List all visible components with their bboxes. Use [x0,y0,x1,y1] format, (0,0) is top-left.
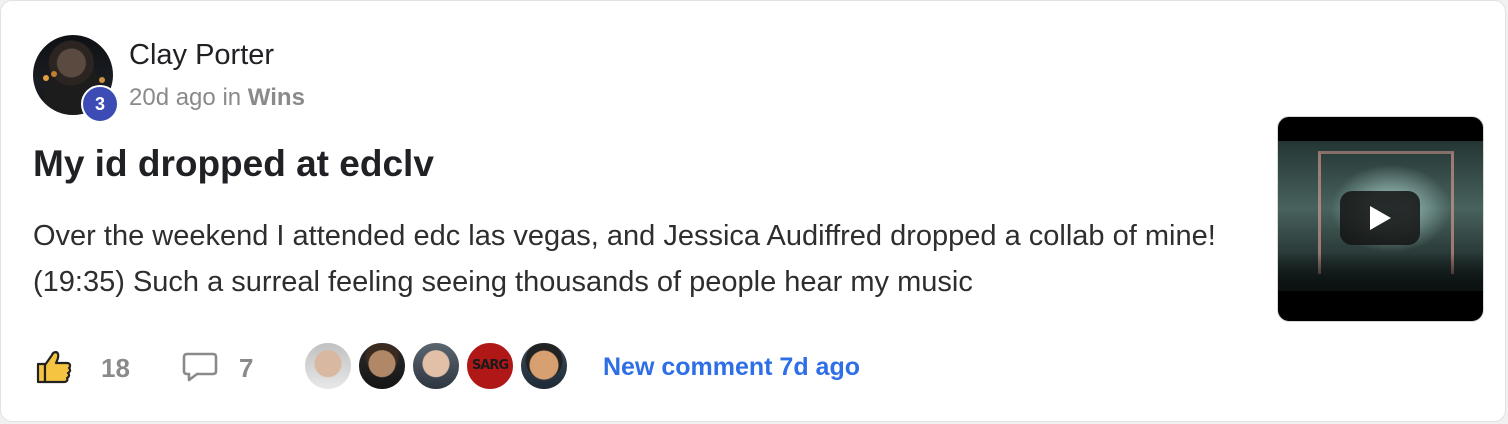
author-avatar-wrap[interactable]: 3 [33,35,119,123]
thumbs-up-icon[interactable] [35,349,73,385]
commenter-avatar-text: SARG [471,358,509,373]
post-actions: 18 7 SARG New comment 7d ago [33,341,1133,393]
level-badge: 3 [81,85,119,123]
meta-in-label: in [222,84,242,111]
play-button[interactable] [1340,191,1420,245]
like-count[interactable]: 18 [101,353,130,384]
video-thumbnail[interactable] [1277,116,1484,322]
commenter-avatar[interactable] [519,341,569,391]
new-comment-link[interactable]: New comment 7d ago [603,353,860,382]
play-icon [1370,206,1391,230]
post-title[interactable]: My id dropped at edclv [33,143,434,185]
post-card[interactable]: 3 Clay Porter 20d ago in Wins My id drop… [0,0,1506,422]
post-category[interactable]: Wins [248,84,305,111]
commenter-avatar[interactable]: SARG [465,341,515,391]
post-meta: 20d ago in Wins [129,84,305,112]
comment-count[interactable]: 7 [239,353,253,384]
commenter-avatar[interactable] [411,341,461,391]
speech-bubble-icon[interactable] [181,351,219,383]
commenter-avatar[interactable] [357,341,407,391]
author-name[interactable]: Clay Porter [129,39,274,72]
post-time[interactable]: 20d ago [129,84,216,111]
post-body: Over the weekend I attended edc las vega… [33,220,1216,298]
commenter-avatar[interactable] [303,341,353,391]
